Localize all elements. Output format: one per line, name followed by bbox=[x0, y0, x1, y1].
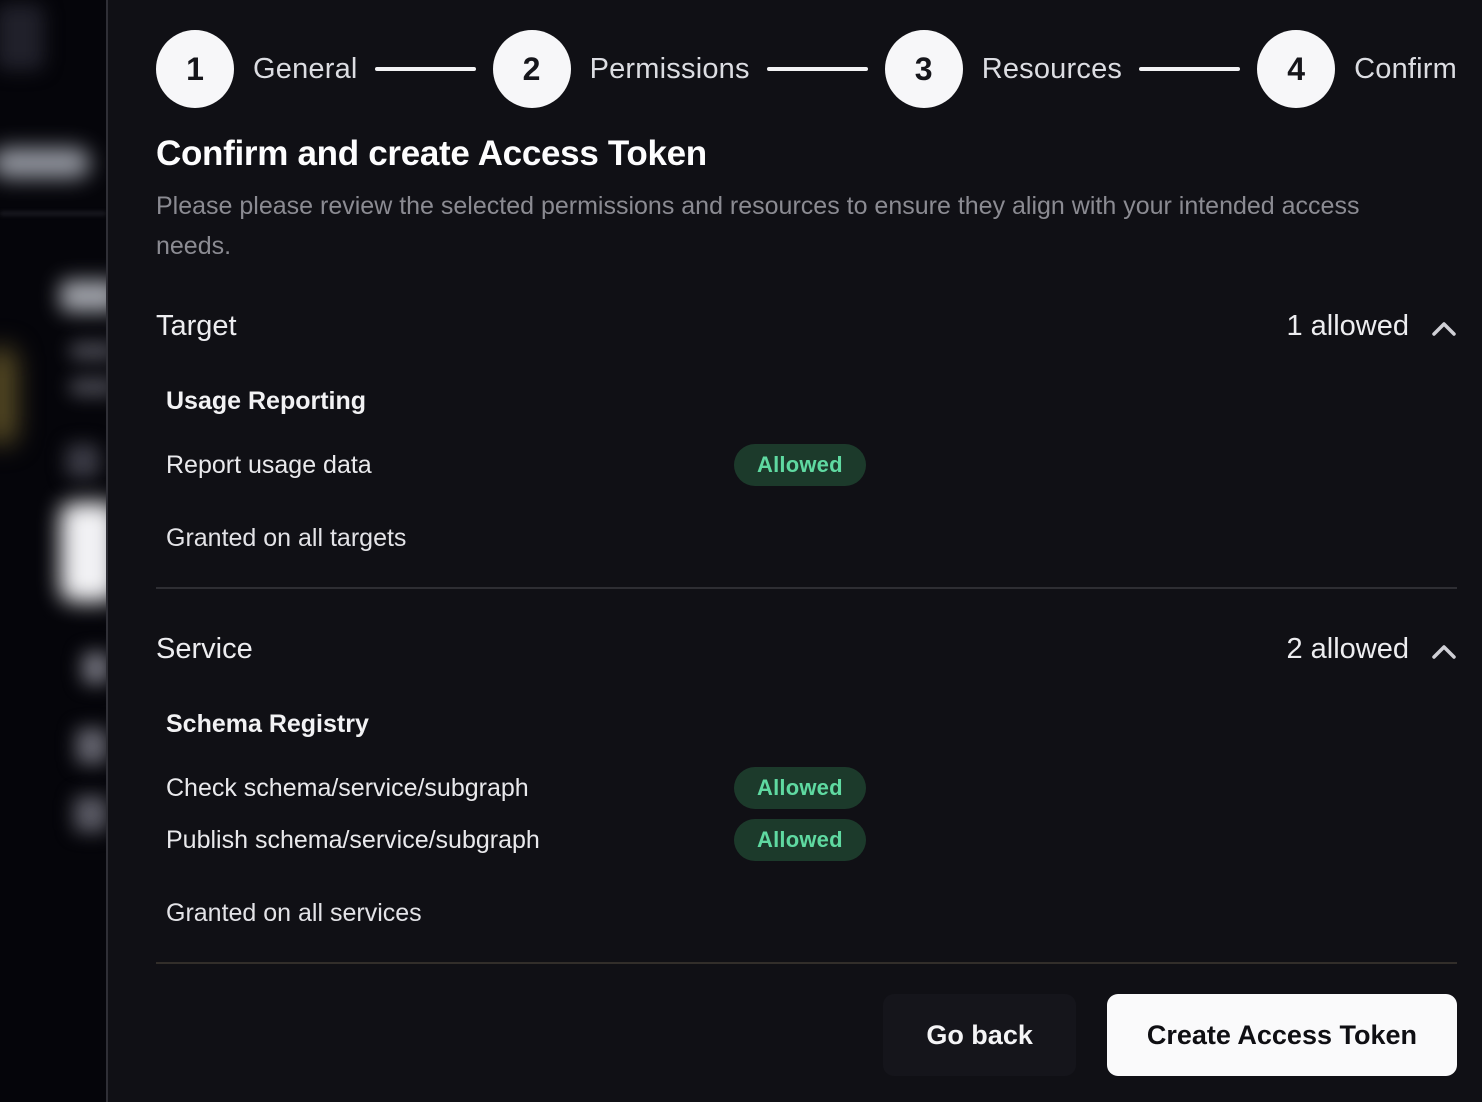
granted-note: Granted on all services bbox=[166, 899, 1457, 928]
blurred-heading bbox=[60, 280, 106, 312]
section-collapse-toggle[interactable]: 1 allowed bbox=[1286, 310, 1457, 343]
step-label: Confirm bbox=[1354, 53, 1457, 86]
status-badge: Allowed bbox=[734, 444, 866, 486]
section-collapse-toggle[interactable]: 2 allowed bbox=[1286, 633, 1457, 666]
section-header-service: Service 2 allowed bbox=[156, 633, 1457, 666]
permission-group-title: Usage Reporting bbox=[166, 387, 1457, 416]
step-label: Permissions bbox=[590, 53, 750, 86]
footer-divider bbox=[156, 962, 1457, 964]
blurred-text-fragment bbox=[82, 652, 106, 684]
page-title: Confirm and create Access Token bbox=[156, 134, 1457, 174]
create-access-token-button[interactable]: Create Access Token bbox=[1107, 994, 1457, 1076]
permission-label: Check schema/service/subgraph bbox=[166, 774, 734, 803]
section-divider bbox=[156, 587, 1457, 589]
permission-group-title: Schema Registry bbox=[166, 710, 1457, 739]
stepper-step-confirm[interactable]: 4 Confirm bbox=[1257, 30, 1457, 108]
permission-group-usage-reporting: Usage Reporting Report usage data Allowe… bbox=[166, 387, 1457, 486]
background-page-blur bbox=[0, 0, 106, 1102]
step-number-badge: 2 bbox=[493, 30, 571, 108]
section-header-target: Target 1 allowed bbox=[156, 310, 1457, 343]
step-number-badge: 1 bbox=[156, 30, 234, 108]
step-label: Resources bbox=[982, 53, 1122, 86]
modal-footer: Go back Create Access Token bbox=[156, 994, 1457, 1076]
stepper-step-resources[interactable]: 3 Resources bbox=[885, 30, 1122, 108]
permission-group-schema-registry: Schema Registry Check schema/service/sub… bbox=[166, 710, 1457, 861]
stepper-connector bbox=[375, 67, 476, 71]
granted-note: Granted on all targets bbox=[166, 524, 1457, 553]
section-allowed-count: 2 allowed bbox=[1286, 633, 1409, 666]
stepper-step-general[interactable]: 1 General bbox=[156, 30, 358, 108]
blurred-accent-bar bbox=[0, 348, 16, 444]
blurred-text-line bbox=[70, 342, 106, 360]
status-badge: Allowed bbox=[734, 767, 866, 809]
step-label: General bbox=[253, 53, 358, 86]
stepper-connector bbox=[767, 67, 868, 71]
permission-label: Publish schema/service/subgraph bbox=[166, 826, 734, 855]
step-number-badge: 4 bbox=[1257, 30, 1335, 108]
section-name: Target bbox=[156, 310, 237, 343]
blurred-icon bbox=[66, 444, 100, 478]
section-name: Service bbox=[156, 633, 253, 666]
permission-row: Report usage data Allowed bbox=[166, 444, 1457, 486]
stepper-step-permissions[interactable]: 2 Permissions bbox=[493, 30, 750, 108]
blurred-divider bbox=[0, 212, 106, 215]
stepper: 1 General 2 Permissions 3 Resources 4 Co… bbox=[156, 30, 1457, 108]
status-badge: Allowed bbox=[734, 819, 866, 861]
create-access-token-modal: 1 General 2 Permissions 3 Resources 4 Co… bbox=[106, 0, 1482, 1102]
stepper-connector bbox=[1139, 67, 1240, 71]
permission-row: Publish schema/service/subgraph Allowed bbox=[166, 819, 1457, 861]
section-allowed-count: 1 allowed bbox=[1286, 310, 1409, 343]
blurred-white-card bbox=[60, 502, 106, 602]
step-number-badge: 3 bbox=[885, 30, 963, 108]
blurred-logo bbox=[0, 4, 44, 70]
permission-row: Check schema/service/subgraph Allowed bbox=[166, 767, 1457, 809]
go-back-button[interactable]: Go back bbox=[883, 994, 1076, 1076]
blurred-nav-item bbox=[0, 148, 90, 178]
chevron-up-icon bbox=[1431, 644, 1457, 660]
chevron-up-icon bbox=[1431, 321, 1457, 337]
permission-label: Report usage data bbox=[166, 451, 734, 480]
page-description: Please please review the selected permis… bbox=[156, 186, 1401, 266]
blurred-text-line bbox=[70, 378, 106, 396]
blurred-text-fragment bbox=[74, 796, 106, 832]
blurred-text-fragment bbox=[76, 728, 106, 764]
